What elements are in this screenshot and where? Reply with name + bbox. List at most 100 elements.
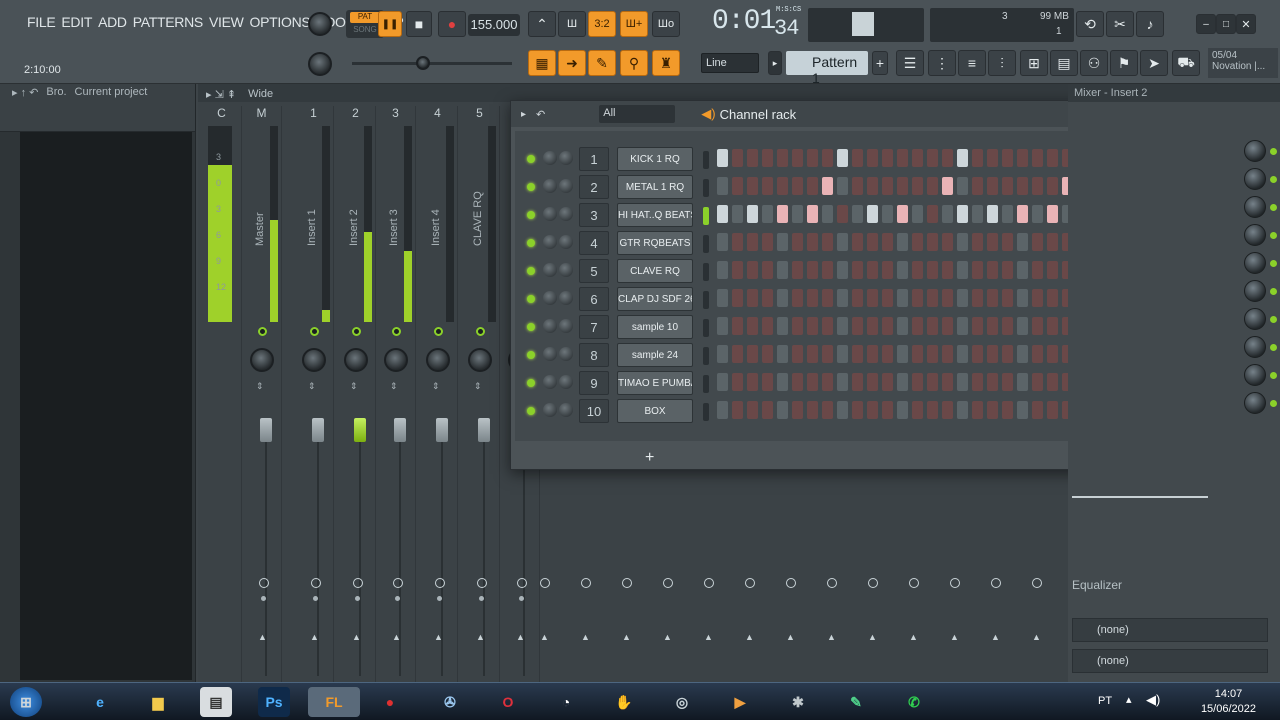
step-button[interactable]	[942, 373, 953, 391]
photoshop-icon[interactable]: Ps	[258, 687, 290, 717]
start-button[interactable]: ⊞	[10, 687, 42, 717]
step-sequencer-icon[interactable]: ⋮	[928, 50, 956, 76]
step-button[interactable]	[1032, 401, 1043, 419]
step-button[interactable]	[987, 149, 998, 167]
step-button[interactable]	[912, 261, 923, 279]
channel-mute-led[interactable]	[527, 379, 535, 387]
step-button[interactable]	[927, 345, 938, 363]
arrow-tool-icon[interactable]: ➜	[558, 50, 586, 76]
microphone-icon[interactable]: ♪	[1136, 11, 1164, 37]
route-knob-icon[interactable]	[1032, 578, 1042, 588]
effect-slot-2[interactable]: (none)	[1072, 649, 1268, 673]
stereo-arrows-icon[interactable]: ⇕	[308, 381, 316, 392]
step-button[interactable]	[867, 177, 878, 195]
channel-pan-knob[interactable]	[559, 207, 573, 221]
step-button[interactable]	[777, 345, 788, 363]
route-arrow-icon[interactable]: ▲	[352, 632, 361, 642]
step-button[interactable]	[957, 317, 968, 335]
step-button[interactable]	[942, 233, 953, 251]
song-position-slider[interactable]	[352, 62, 512, 65]
channel-pan-knob[interactable]	[559, 375, 573, 389]
step-button[interactable]	[852, 373, 863, 391]
step-button[interactable]	[897, 149, 908, 167]
volume-fader[interactable]	[354, 418, 366, 442]
step-button[interactable]	[822, 345, 833, 363]
step-button[interactable]	[837, 373, 848, 391]
send-dot[interactable]	[261, 596, 266, 601]
step-button[interactable]	[807, 261, 818, 279]
step-button[interactable]	[882, 289, 893, 307]
step-button[interactable]	[852, 401, 863, 419]
channel-rack-icon[interactable]: ⊞	[1020, 50, 1048, 76]
browser-label[interactable]: Bro.	[46, 86, 66, 102]
step-button[interactable]	[852, 149, 863, 167]
master-volume-knob[interactable]	[308, 12, 332, 36]
step-button[interactable]	[882, 317, 893, 335]
step-button[interactable]	[777, 233, 788, 251]
channel-mixer-number[interactable]: 3	[579, 203, 609, 227]
step-button[interactable]	[882, 177, 893, 195]
menu-add[interactable]: ADD	[95, 14, 130, 30]
route-arrow-icon[interactable]: ▲	[310, 632, 319, 642]
step-button[interactable]	[972, 233, 983, 251]
step-button[interactable]	[792, 289, 803, 307]
channel-mixer-number[interactable]: 4	[579, 231, 609, 255]
route-knob-icon[interactable]	[540, 578, 550, 588]
channel-name-button[interactable]: HI HAT..Q BEATS	[617, 203, 693, 227]
step-button[interactable]	[897, 345, 908, 363]
media-player-icon[interactable]: ▶	[724, 687, 756, 717]
step-button[interactable]	[732, 233, 743, 251]
step-button[interactable]	[987, 233, 998, 251]
step-button[interactable]	[717, 233, 728, 251]
step-button[interactable]	[717, 317, 728, 335]
step-button[interactable]	[1047, 345, 1058, 363]
channel-select-indicator[interactable]	[703, 319, 709, 337]
step-button[interactable]	[777, 261, 788, 279]
step-button[interactable]	[732, 401, 743, 419]
step-button[interactable]	[837, 177, 848, 195]
step-button[interactable]	[822, 177, 833, 195]
undo-history-icon[interactable]: ⟲	[1076, 11, 1104, 37]
step-button[interactable]	[987, 373, 998, 391]
step-button[interactable]	[1047, 205, 1058, 223]
step-button[interactable]	[1047, 177, 1058, 195]
step-button[interactable]	[882, 149, 893, 167]
stereo-arrows-icon[interactable]: ⇕	[432, 381, 440, 392]
insert-slot-led[interactable]	[1270, 232, 1277, 239]
channel-mixer-number[interactable]: 2	[579, 175, 609, 199]
step-button[interactable]	[1047, 149, 1058, 167]
channel-name-button[interactable]: METAL 1 RQ	[617, 175, 693, 199]
insert-slot-knob[interactable]	[1244, 252, 1266, 274]
step-button[interactable]	[807, 149, 818, 167]
step-button[interactable]	[852, 317, 863, 335]
step-button[interactable]	[927, 261, 938, 279]
step-button[interactable]	[972, 401, 983, 419]
channel-volume-knob[interactable]	[543, 235, 557, 249]
route-arrow-icon[interactable]: ▲	[476, 632, 485, 642]
step-button[interactable]	[717, 261, 728, 279]
volume-icon[interactable]: ◀)	[1146, 692, 1160, 708]
step-button[interactable]	[777, 317, 788, 335]
whatsapp-icon[interactable]: ✆	[898, 687, 930, 717]
insert-slot-knob[interactable]	[1244, 308, 1266, 330]
route-knob-icon[interactable]	[435, 578, 445, 588]
tray-arrow-icon[interactable]: ▴	[1126, 693, 1132, 706]
metronome-icon[interactable]: ⌃	[528, 11, 556, 37]
stamp-icon[interactable]: ♜	[652, 50, 680, 76]
step-button[interactable]	[1017, 289, 1028, 307]
maximize-icon[interactable]: □	[1216, 14, 1236, 34]
volume-fader[interactable]	[436, 418, 448, 442]
piano-roll-view-icon[interactable]: ≡	[958, 50, 986, 76]
step-button[interactable]	[852, 261, 863, 279]
step-button[interactable]	[1017, 373, 1028, 391]
step-button[interactable]	[1017, 317, 1028, 335]
step-button[interactable]	[912, 345, 923, 363]
step-button[interactable]	[717, 401, 728, 419]
channel-select-indicator[interactable]	[703, 151, 709, 169]
volume-fader[interactable]	[312, 418, 324, 442]
step-button[interactable]	[792, 373, 803, 391]
step-button[interactable]	[942, 205, 953, 223]
step-button[interactable]	[912, 317, 923, 335]
channel-volume-knob[interactable]	[543, 347, 557, 361]
insert-slot-knob[interactable]	[1244, 336, 1266, 358]
